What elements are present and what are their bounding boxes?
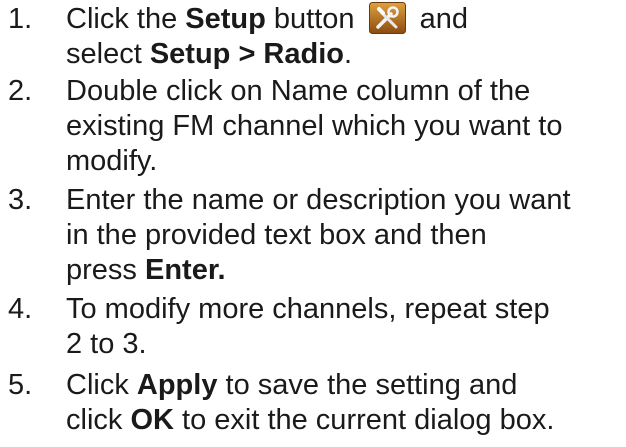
text-run: button [265,3,363,35]
step-2-line-2: existing FM channel which you want to [66,110,563,142]
step-number: 5. [8,369,33,401]
step-2-line-3: modify. [66,145,158,177]
text-run: and [411,3,469,35]
bold-term-enter: Enter. [144,254,226,286]
bold-term-apply: Apply [136,369,218,401]
step-1-line-1: Click the Setup button and [66,2,468,37]
text-run: press [66,254,145,286]
text-run: click [66,404,131,436]
step-number: 2. [8,75,33,107]
text-run: to save the setting and [217,369,518,401]
bold-term-setup-radio: Setup > Radio [149,38,344,70]
step-2-line-1: Double click on Name column of the [66,75,531,107]
bold-term-setup: Setup [185,3,266,35]
step-5-line-1: Click Apply to save the setting and [66,368,517,403]
step-number: 4. [8,293,33,325]
step-number: 3. [8,184,33,216]
step-number: 1. [8,3,33,35]
text-run: Click [66,369,137,401]
bold-term-ok: OK [130,404,174,436]
step-3-line-2: in the provided text box and then [66,219,487,251]
setup-tools-icon [368,2,406,34]
step-3-line-3: press Enter. [66,253,226,288]
step-3-line-1: Enter the name or description you want [66,184,571,216]
text-run: Click the [66,3,186,35]
step-4-line-1: To modify more channels, repeat step [66,293,550,325]
step-5-line-2: click OK to exit the current dialog box. [66,403,554,438]
step-4-line-2: 2 to 3. [66,328,147,360]
text-run: to exit the current dialog box. [173,404,555,436]
text-run: . [344,38,353,70]
step-1-line-2: select Setup > Radio. [66,37,352,72]
text-run: select [66,38,150,70]
